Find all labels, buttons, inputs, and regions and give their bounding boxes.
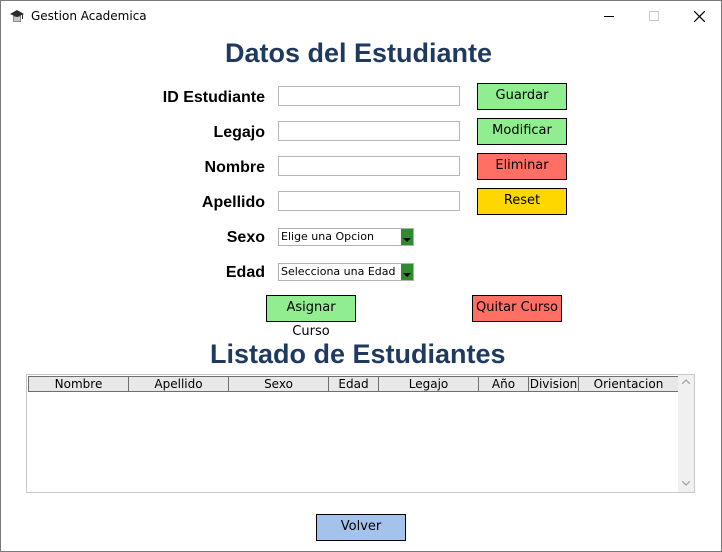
window-title: Gestion Academica xyxy=(31,9,147,23)
edad-select[interactable]: Selecciona una Edad xyxy=(278,263,414,281)
reset-button[interactable]: Reset xyxy=(477,188,567,215)
id-input[interactable] xyxy=(278,86,460,106)
minimize-icon xyxy=(604,16,614,17)
maximize-icon xyxy=(649,11,659,21)
eliminar-button[interactable]: Eliminar xyxy=(477,153,567,180)
maximize-button[interactable] xyxy=(631,1,677,31)
form-heading: Datos del Estudiante xyxy=(225,38,493,68)
close-button[interactable] xyxy=(676,1,721,31)
edad-select-value: Selecciona una Edad xyxy=(281,265,396,278)
sexo-select-value: Elige una Opcion xyxy=(281,230,374,243)
asignar-curso-button[interactable]: Asignar Curso xyxy=(266,295,356,339)
volver-button[interactable]: Volver xyxy=(316,514,406,541)
minimize-button[interactable] xyxy=(586,1,632,31)
column-header-edad[interactable]: Edad xyxy=(329,376,379,392)
id-label: ID Estudiante xyxy=(162,89,265,106)
app-window: Gestion Academica Datos del Estudiante I… xyxy=(0,0,722,552)
column-header-ano[interactable]: Año xyxy=(479,376,529,392)
close-icon xyxy=(694,11,705,22)
chevron-down-icon xyxy=(403,273,411,277)
students-table[interactable]: Nombre Apellido Sexo Edad Legajo Año Div… xyxy=(26,374,695,493)
column-header-orientacion[interactable]: Orientacion xyxy=(579,376,679,392)
nombre-label: Nombre xyxy=(204,159,265,176)
edad-dropdown-arrow[interactable] xyxy=(401,264,413,280)
scroll-down-icon[interactable] xyxy=(682,481,690,486)
graduation-cap-icon xyxy=(10,9,24,23)
apellido-input[interactable] xyxy=(278,191,460,211)
chevron-down-icon xyxy=(403,238,411,242)
scroll-up-icon[interactable] xyxy=(682,379,690,384)
sexo-select[interactable]: Elige una Opcion xyxy=(278,228,414,246)
sexo-dropdown-arrow[interactable] xyxy=(401,229,413,245)
column-header-apellido[interactable]: Apellido xyxy=(129,376,229,392)
sexo-label: Sexo xyxy=(226,229,265,246)
legajo-input[interactable] xyxy=(278,121,460,141)
column-header-division[interactable]: Division xyxy=(529,376,579,392)
edad-label: Edad xyxy=(225,264,265,281)
column-header-sexo[interactable]: Sexo xyxy=(229,376,329,392)
list-heading: Listado de Estudiantes xyxy=(210,339,506,369)
column-header-nombre[interactable]: Nombre xyxy=(28,376,129,392)
column-header-legajo[interactable]: Legajo xyxy=(379,376,479,392)
legajo-label: Legajo xyxy=(213,124,265,141)
guardar-button[interactable]: Guardar xyxy=(477,83,567,110)
title-bar: Gestion Academica xyxy=(1,1,721,31)
table-scrollbar[interactable] xyxy=(678,375,694,492)
nombre-input[interactable] xyxy=(278,156,460,176)
modificar-button[interactable]: Modificar xyxy=(477,118,567,145)
quitar-curso-button[interactable]: Quitar Curso xyxy=(472,295,562,322)
apellido-label: Apellido xyxy=(201,194,265,211)
table-header: Nombre Apellido Sexo Edad Legajo Año Div… xyxy=(28,376,679,392)
